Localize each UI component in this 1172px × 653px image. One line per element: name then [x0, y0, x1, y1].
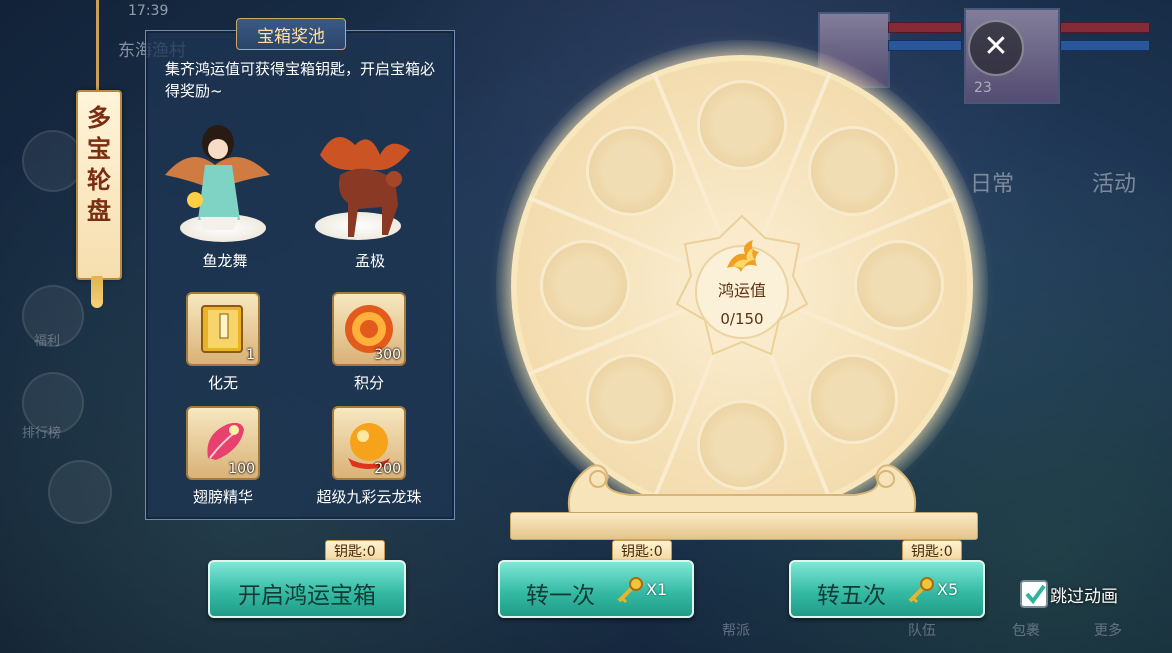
wheel-slot — [586, 126, 676, 216]
item-name: 超级九彩云龙珠 — [316, 488, 422, 506]
banner-string — [96, 0, 99, 92]
item-name: 化无 — [207, 374, 238, 392]
reward-item-slot[interactable]: 1 — [186, 292, 260, 366]
spin-once-label: 转一次 — [526, 583, 595, 609]
checkmark-icon — [1025, 584, 1046, 605]
fortune-flame-icon — [727, 240, 759, 272]
wheel-stand — [568, 464, 916, 514]
reward-item-slot[interactable]: 300 — [332, 292, 406, 366]
banner-title: 多宝轮盘 — [87, 103, 111, 225]
featured-reward-name: 鱼龙舞 — [202, 252, 248, 270]
item-count: 1 — [246, 347, 255, 363]
wheel-slot — [697, 80, 787, 170]
spin-five-multiplier: X5 — [937, 580, 959, 599]
key-icon — [617, 577, 643, 604]
skip-animation-label[interactable]: 跳过动画 — [1050, 582, 1118, 607]
key-count-tag: 钥匙:0 — [902, 540, 962, 562]
key-count-tag: 钥匙:0 — [325, 540, 385, 562]
item-count: 200 — [374, 461, 401, 477]
skip-animation-checkbox[interactable] — [1020, 580, 1048, 608]
wheel-slot — [586, 354, 676, 444]
fortune-value-label: 鸿运值 — [717, 281, 766, 300]
open-chest-label: 开启鸿运宝箱 — [238, 583, 376, 609]
book-icon — [201, 305, 243, 353]
spin-five-label: 转五次 — [817, 583, 886, 609]
prize-pool-title: 宝箱奖池 — [257, 27, 325, 47]
fortune-progress: 0/150 — [720, 310, 764, 328]
item-count: 300 — [374, 347, 401, 363]
prize-pool-description: 集齐鸿运值可获得宝箱钥匙，开启宝箱必得奖励~ — [165, 60, 436, 100]
character-figure-icon — [165, 125, 270, 230]
banner-tassel — [91, 276, 103, 308]
open-chest-button[interactable]: 开启鸿运宝箱 — [208, 560, 406, 618]
key-count-tag: 钥匙:0 — [612, 540, 672, 562]
fire-beast-mount-icon — [320, 137, 410, 237]
wheel-base — [510, 512, 978, 540]
featured-reward-name: 孟极 — [354, 252, 385, 270]
item-count: 100 — [228, 461, 255, 477]
wheel-slot — [854, 240, 944, 330]
prize-pool-title-box: 宝箱奖池 — [236, 18, 346, 50]
wheel-slot — [808, 126, 898, 216]
item-name: 积分 — [353, 374, 384, 392]
spin-once-button[interactable]: 转一次 X1 — [498, 560, 694, 618]
reward-item-slot[interactable]: 100 — [186, 406, 260, 480]
wheel-slot — [808, 354, 898, 444]
key-icon — [908, 577, 934, 604]
wheel-slot — [540, 240, 630, 330]
title-banner: 多宝轮盘 — [76, 90, 122, 280]
reward-item-slot[interactable]: 200 — [332, 406, 406, 480]
item-name: 翅膀精华 — [192, 488, 253, 506]
close-button[interactable]: ✕ — [968, 20, 1024, 76]
spin-five-button[interactable]: 转五次 X5 — [789, 560, 985, 618]
spin-once-multiplier: X1 — [646, 580, 668, 599]
